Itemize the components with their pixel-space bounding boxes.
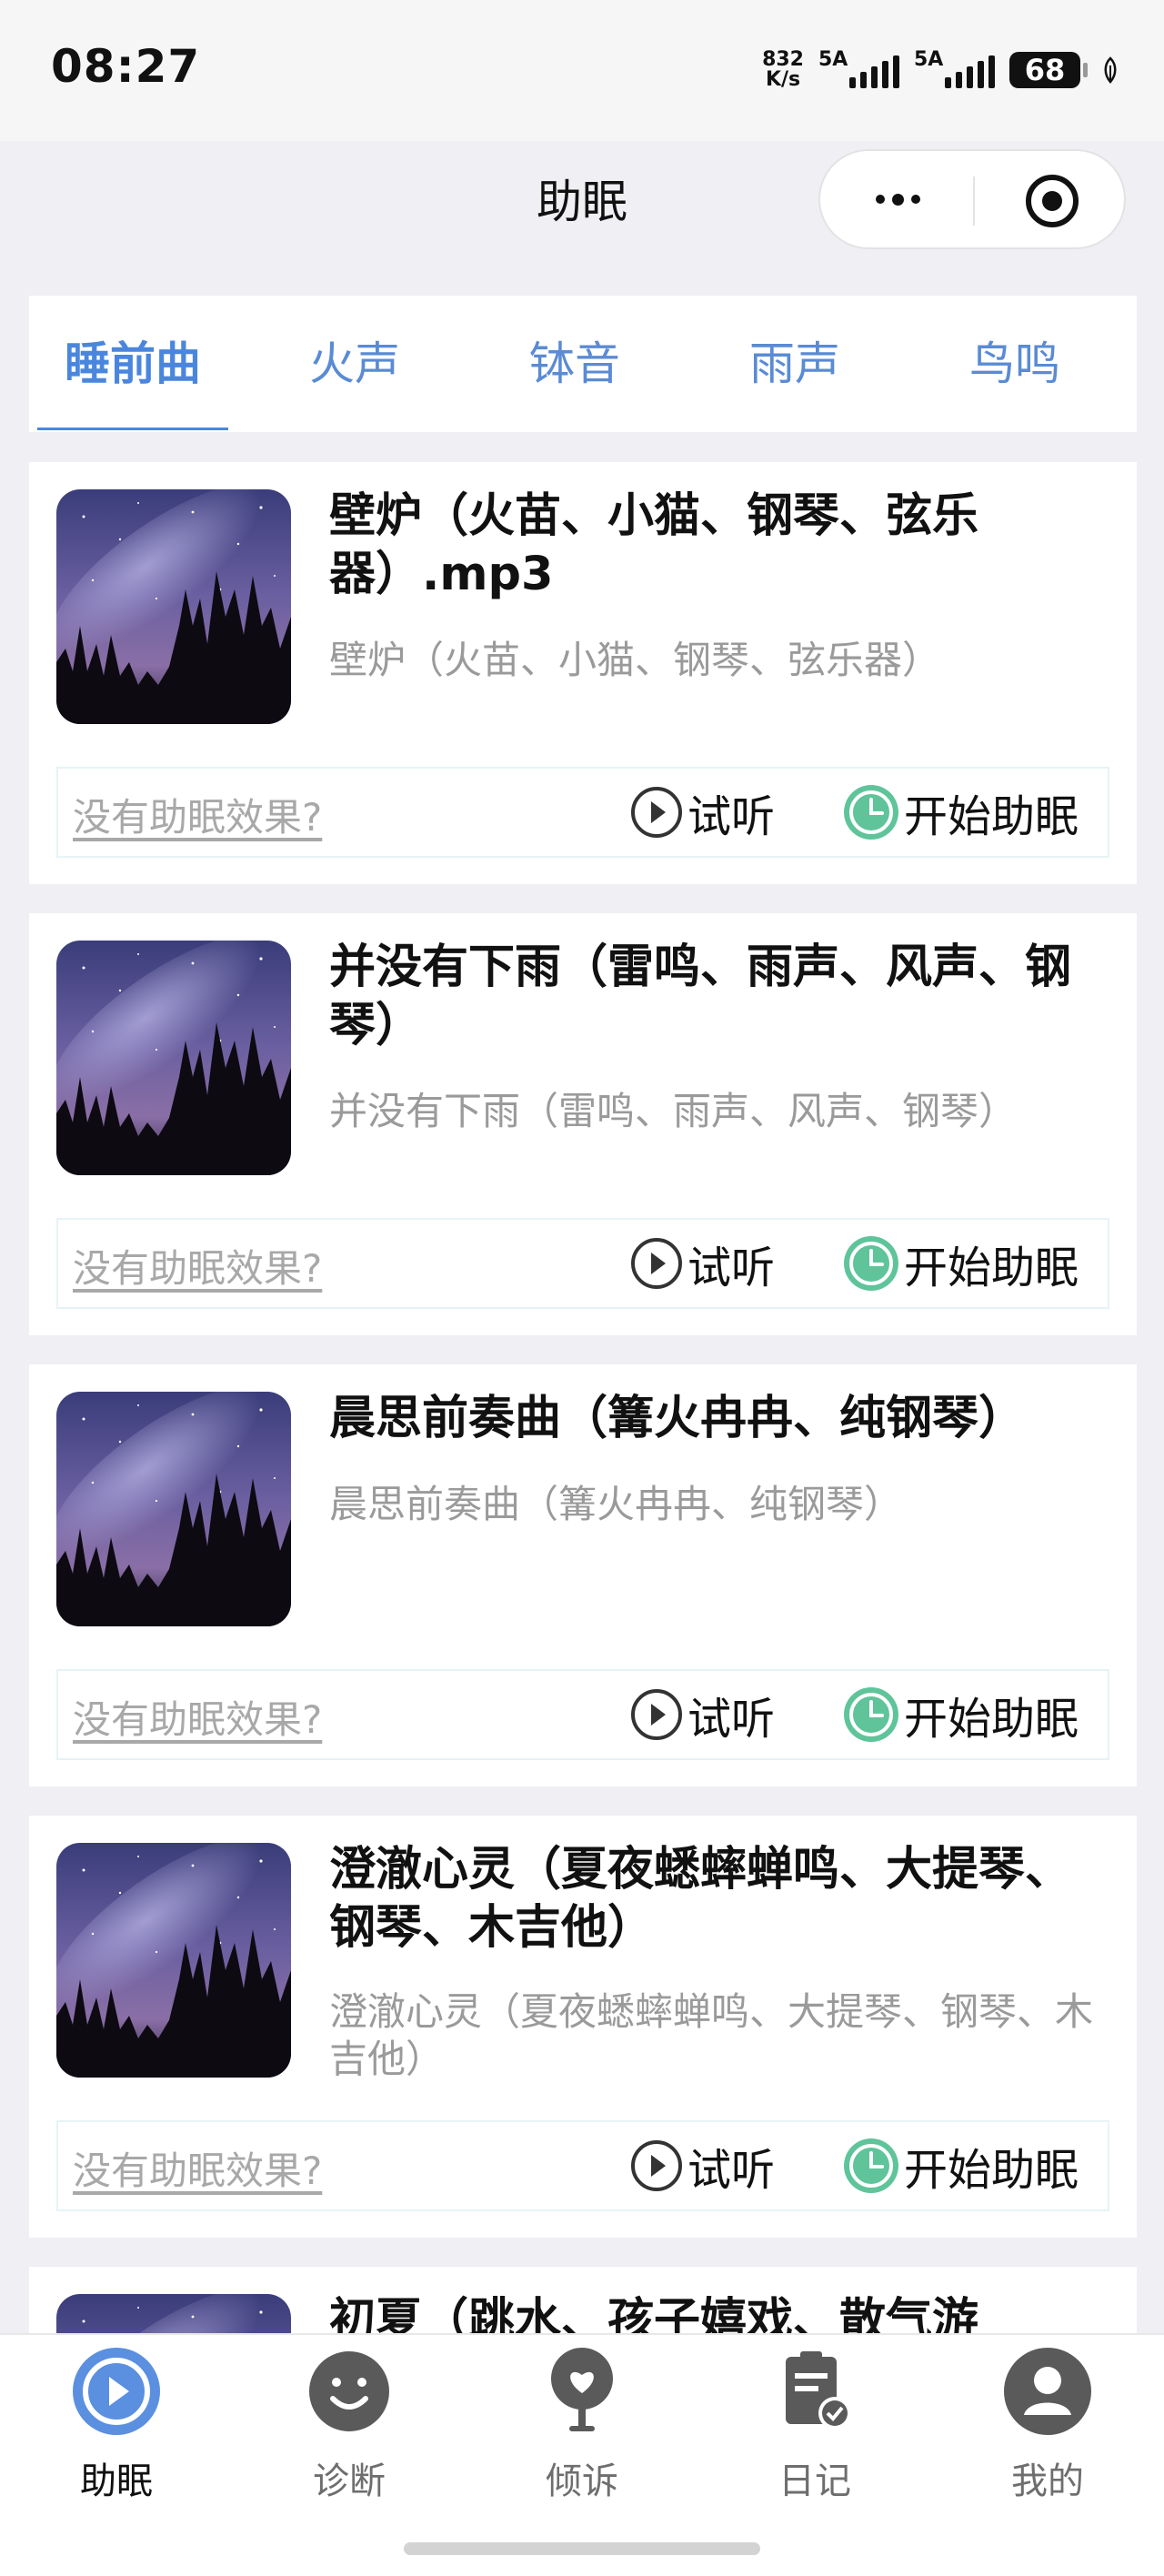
tabbar-label: 诊断 <box>313 2460 386 2502</box>
status-icons: 832 K/s 5A 5A 68 <box>762 47 1119 93</box>
listen-button[interactable]: 试听 <box>629 1685 776 1745</box>
card-actions: 没有助眠效果? 试听 开始助眠 <box>56 1669 1109 1760</box>
status-time: 08:27 <box>51 40 201 93</box>
start-label: 开始助眠 <box>904 791 1079 842</box>
listen-button[interactable]: 试听 <box>629 783 776 842</box>
card-actions: 没有助眠效果? 试听 开始助眠 <box>56 1218 1109 1309</box>
tabbar-item-sleep[interactable]: 助眠 <box>0 2335 233 2517</box>
tabbar-label: 我的 <box>1011 2460 1084 2502</box>
clock-icon <box>844 1236 898 1291</box>
list-item[interactable]: 并没有下雨（雷鸣、雨声、风声、钢琴） 并没有下雨（雷鸣、雨声、风声、钢琴） 没有… <box>29 913 1137 1335</box>
signal-1-icon: 5A <box>818 48 899 88</box>
signal-1-label: 5A <box>818 48 848 71</box>
start-sleep-button[interactable]: 开始助眠 <box>842 1685 1079 1745</box>
start-sleep-button[interactable]: 开始助眠 <box>842 1234 1079 1293</box>
card-actions: 没有助眠效果? 试听 开始助眠 <box>56 2120 1109 2211</box>
no-effect-link[interactable]: 没有助眠效果? <box>73 787 322 842</box>
cover-image <box>56 489 291 724</box>
home-indicator <box>404 2542 760 2555</box>
mini-program-capsule <box>818 149 1126 249</box>
no-effect-link[interactable]: 没有助眠效果? <box>73 1238 322 1293</box>
net-speed-unit: K/s <box>765 68 801 91</box>
no-effect-link[interactable]: 没有助眠效果? <box>73 1689 322 1745</box>
clock-icon <box>844 785 898 840</box>
card-title: 晨思前奏曲（篝火冉冉、纯钢琴） <box>329 1392 1026 1445</box>
diary-check-icon <box>786 2351 851 2430</box>
battery-icon: 68 <box>1009 52 1088 88</box>
target-circle-icon[interactable] <box>1022 171 1082 231</box>
listen-label: 试听 <box>687 1694 776 1745</box>
card-actions: 没有助眠效果? 试听 开始助眠 <box>56 767 1109 858</box>
start-label: 开始助眠 <box>904 1243 1079 1293</box>
list-item[interactable]: 晨思前奏曲（篝火冉冉、纯钢琴） 晨思前奏曲（篝火冉冉、纯钢琴） 没有助眠效果? … <box>29 1364 1137 1786</box>
start-sleep-button[interactable]: 开始助眠 <box>842 2137 1079 2196</box>
list-item[interactable]: 澄澈心灵（夏夜蟋蟀蝉鸣、大提琴、钢琴、木吉他） 澄澈心灵（夏夜蟋蟀蝉鸣、大提琴、… <box>29 1816 1137 2238</box>
cover-image <box>56 2294 291 2333</box>
card-title: 并没有下雨（雷鸣、雨声、风声、钢琴） <box>329 941 1072 1052</box>
play-circle-icon <box>73 2348 160 2435</box>
tabbar-item-diary[interactable]: 日记 <box>698 2335 931 2517</box>
start-label: 开始助眠 <box>904 1694 1079 1745</box>
status-bar: 08:27 832 K/s 5A 5A 68 <box>0 0 1164 141</box>
smiley-icon <box>309 2351 389 2431</box>
list-item[interactable]: 初夏（跳水、孩子嬉戏、散气游 <box>29 2267 1137 2333</box>
network-speed: 832 K/s <box>762 50 804 90</box>
listen-label: 试听 <box>687 1243 776 1293</box>
play-icon <box>631 1238 682 1289</box>
tabbar-item-mine[interactable]: 我的 <box>931 2335 1164 2517</box>
card-subtitle: 并没有下雨（雷鸣、雨声、风声、钢琴） <box>329 1089 1018 1133</box>
more-dots-icon[interactable] <box>866 176 929 222</box>
card-subtitle: 晨思前奏曲（篝火冉冉、纯钢琴） <box>329 1482 903 1526</box>
card-title: 壁炉（火苗、小猫、钢琴、弦乐器）.mp3 <box>329 489 979 601</box>
card-title: 澄澈心灵（夏夜蟋蟀蝉鸣、大提琴、钢琴、木吉他） <box>329 1843 1072 1955</box>
signal-2-label: 5A <box>914 48 944 71</box>
start-sleep-button[interactable]: 开始助眠 <box>842 783 1079 842</box>
leaf-icon <box>1104 56 1117 84</box>
start-label: 开始助眠 <box>904 2145 1079 2196</box>
tab-bowl[interactable]: 钵音 <box>466 296 684 432</box>
clock-icon <box>844 1687 898 1742</box>
cover-image <box>56 1843 291 2078</box>
play-icon <box>631 787 682 838</box>
capsule-divider <box>973 176 975 226</box>
listen-label: 试听 <box>687 791 776 842</box>
play-icon <box>631 1689 682 1740</box>
tabbar-label: 倾诉 <box>546 2460 618 2502</box>
net-speed-value: 832 <box>762 48 804 71</box>
card-title: 初夏（跳水、孩子嬉戏、散气游 <box>329 2294 979 2333</box>
card-subtitle: 壁炉（火苗、小猫、钢琴、弦乐器） <box>329 638 941 682</box>
tabbar-label: 助眠 <box>80 2460 153 2502</box>
tab-lullaby[interactable]: 睡前曲 <box>24 296 242 432</box>
cover-image <box>56 1392 291 1626</box>
battery-level: 68 <box>1024 53 1066 87</box>
cover-image <box>56 941 291 1175</box>
listen-label: 试听 <box>687 2145 776 2196</box>
listen-button[interactable]: 试听 <box>629 1234 775 1293</box>
bottom-tab-bar: 助眠 诊断 倾诉 日记 我的 <box>0 2333 1164 2576</box>
card-subtitle: 澄澈心灵（夏夜蟋蟀蝉鸣、大提琴、钢琴、木吉他） <box>329 1989 1094 2081</box>
tab-rain[interactable]: 雨声 <box>686 296 904 432</box>
tab-fire[interactable]: 火声 <box>246 296 464 432</box>
tab-birds[interactable]: 鸟鸣 <box>906 296 1124 432</box>
heart-tree-icon <box>551 2348 613 2431</box>
signal-2-icon: 5A <box>914 48 995 88</box>
tabbar-item-confide[interactable]: 倾诉 <box>466 2335 698 2517</box>
no-effect-link[interactable]: 没有助眠效果? <box>73 2140 322 2196</box>
user-avatar-icon <box>1004 2348 1091 2435</box>
clock-icon <box>844 2138 898 2193</box>
tabbar-label: 日记 <box>778 2460 851 2502</box>
play-icon <box>631 2140 682 2191</box>
list-item[interactable]: 壁炉（火苗、小猫、钢琴、弦乐器）.mp3 壁炉（火苗、小猫、钢琴、弦乐器） 没有… <box>29 462 1137 884</box>
listen-button[interactable]: 试听 <box>629 2137 776 2196</box>
tabbar-item-diagnose[interactable]: 诊断 <box>233 2335 466 2517</box>
category-tabs: 睡前曲 火声 钵音 雨声 鸟鸣 <box>29 296 1137 432</box>
